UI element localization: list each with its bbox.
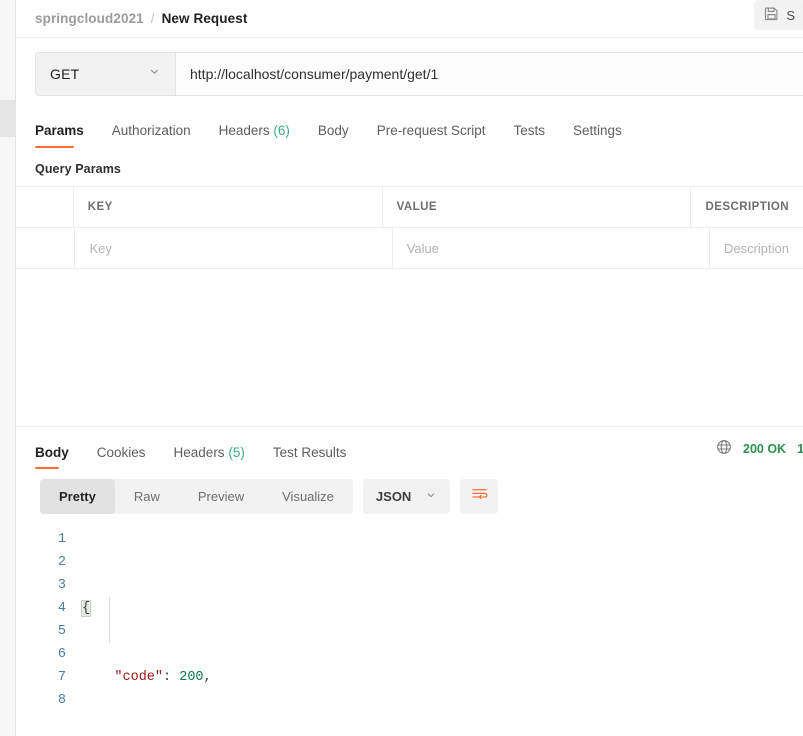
query-params-table: KEY VALUE DESCRIPTION Key Value Descript… [16, 186, 803, 269]
breadcrumb: springcloud2021 / New Request [16, 11, 247, 26]
word-wrap-button[interactable] [460, 479, 499, 514]
sidebar-selected-item[interactable] [0, 100, 16, 137]
request-tabs: Params Authorization Headers (6) Body Pr… [16, 110, 803, 148]
response-tab-test-results[interactable]: Test Results [273, 445, 365, 469]
line-number: 4 [57, 601, 66, 616]
http-method-select[interactable]: GET [35, 52, 175, 96]
view-visualize[interactable]: Visualize [263, 479, 353, 514]
globe-icon[interactable] [716, 439, 732, 458]
tab-authorization[interactable]: Authorization [112, 123, 209, 148]
param-value-input[interactable]: Value [393, 228, 710, 268]
header-cell-description: DESCRIPTION [705, 201, 789, 213]
header-cell-value: VALUE [383, 187, 692, 227]
save-floppy-icon [764, 6, 779, 24]
json-key-code: "code" [114, 670, 164, 685]
chevron-down-icon [148, 65, 161, 83]
tab-pre-request-script-label: Pre-request Script [376, 123, 486, 138]
indent-guide [109, 597, 110, 643]
response-status-bar: 200 OK 16 [716, 439, 803, 458]
main-content: springcloud2021 / New Request S GET http… [16, 0, 803, 736]
save-button[interactable]: S [754, 0, 803, 30]
response-format-select[interactable]: JSON [362, 479, 451, 514]
view-pretty[interactable]: Pretty [40, 479, 115, 514]
tab-tests[interactable]: Tests [513, 123, 563, 148]
table-row: Key Value Description [16, 228, 803, 269]
word-wrap-icon [471, 486, 488, 507]
params-empty-space [16, 269, 803, 426]
save-button-label: S [786, 7, 795, 23]
tab-tests-label: Tests [513, 123, 545, 138]
tab-settings[interactable]: Settings [573, 123, 640, 148]
postman-window: springcloud2021 / New Request S GET http… [0, 0, 803, 736]
line-number: 1 [57, 532, 66, 547]
line-number: 2 [57, 555, 66, 570]
tab-body[interactable]: Body [318, 123, 367, 148]
tab-authorization-label: Authorization [111, 123, 191, 138]
tab-body-label: Body [317, 123, 349, 138]
status-time: 16 [797, 441, 803, 456]
view-preview[interactable]: Preview [179, 479, 263, 514]
breadcrumb-collection[interactable]: springcloud2021 [35, 11, 144, 26]
row-checkbox[interactable] [16, 228, 76, 268]
response-tabs: Body Cookies Headers (5) Test Results 20… [16, 427, 803, 469]
response-tab-cookies-label: Cookies [96, 445, 146, 460]
param-description-input[interactable]: Description [710, 228, 803, 268]
response-tab-test-results-label: Test Results [272, 445, 347, 460]
response-format-label: JSON [375, 489, 412, 504]
response-tab-body-label: Body [35, 445, 69, 460]
json-value-code: 200 [179, 670, 204, 685]
view-raw[interactable]: Raw [115, 479, 179, 514]
line-number: 5 [57, 624, 66, 639]
breadcrumb-separator: / [150, 11, 155, 26]
line-number: 3 [57, 578, 66, 593]
sidebar-edge[interactable] [0, 0, 16, 736]
url-bar: GET http://localhost/consumer/payment/ge… [16, 38, 803, 110]
json-line-1: { [80, 597, 282, 620]
response-view-switch: Pretty Raw Preview Visualize [40, 479, 353, 514]
header-cell-checkbox [16, 187, 74, 227]
http-method-label: GET [50, 66, 80, 82]
breadcrumb-request-name[interactable]: New Request [162, 11, 248, 26]
tab-headers-count: (6) [273, 123, 290, 138]
line-number: 6 [57, 647, 66, 662]
response-tab-headers[interactable]: Headers (5) [174, 445, 263, 469]
table-header-row: KEY VALUE DESCRIPTION [16, 187, 803, 228]
response-tab-headers-count: (5) [228, 445, 245, 460]
tab-settings-label: Settings [573, 123, 622, 138]
tab-params[interactable]: Params [35, 123, 102, 148]
json-code: { "code": 200, "message": "查询成功", "data"… [80, 528, 282, 736]
tab-headers[interactable]: Headers (6) [219, 123, 308, 148]
query-params-title: Query Params [35, 162, 121, 176]
json-open-brace: { [80, 600, 92, 617]
line-number: 7 [57, 670, 66, 685]
line-number-gutter: 1 2 3 4 5 6 7 8 [40, 528, 82, 736]
status-badge: 200 OK [743, 441, 787, 456]
param-key-input[interactable]: Key [75, 228, 393, 268]
response-tab-headers-label: Headers [173, 445, 225, 460]
response-body-viewer[interactable]: 1 2 3 4 5 6 7 8 { "code": 200, "message"… [16, 524, 803, 736]
request-header-bar: springcloud2021 / New Request S [16, 0, 803, 38]
tab-pre-request-script[interactable]: Pre-request Script [377, 123, 504, 148]
tab-params-label: Params [35, 123, 84, 138]
tab-headers-label: Headers [218, 123, 270, 138]
line-number: 8 [57, 693, 66, 708]
response-tab-cookies[interactable]: Cookies [97, 445, 164, 469]
response-toolbar: Pretty Raw Preview Visualize JSON [16, 469, 803, 524]
response-tab-body[interactable]: Body [35, 445, 87, 469]
header-cell-key: KEY [74, 187, 383, 227]
url-input[interactable]: http://localhost/consumer/payment/get/1 [175, 52, 803, 96]
json-line-2: "code": 200, [114, 670, 212, 685]
chevron-down-icon [425, 489, 437, 504]
